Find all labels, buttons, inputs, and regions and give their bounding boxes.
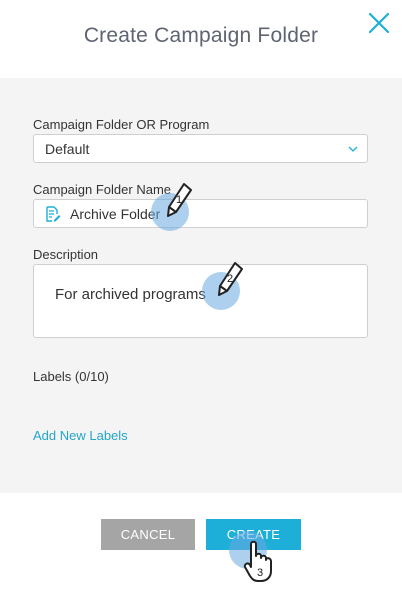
add-new-labels-link[interactable]: Add New Labels (33, 428, 128, 443)
hand-pointer-icon: 3 (243, 540, 272, 582)
folder-or-program-select[interactable]: Default (33, 134, 368, 163)
chevron-down-icon (348, 146, 358, 152)
folder-or-program-label: Campaign Folder OR Program (33, 117, 210, 132)
description-textarea[interactable]: For archived programs (33, 264, 368, 338)
cancel-button[interactable]: CANCEL (101, 519, 195, 550)
description-value: For archived programs (55, 286, 206, 303)
dialog-footer (0, 493, 402, 591)
folder-name-label: Campaign Folder Name (33, 182, 172, 197)
document-edit-icon (46, 206, 61, 222)
folder-or-program-value: Default (45, 141, 90, 157)
pencil-icon: 1 (167, 183, 192, 217)
step-2-number: 2 (227, 273, 233, 285)
step-1-number: 1 (176, 194, 182, 206)
close-icon[interactable] (367, 11, 391, 35)
pencil-icon: 2 (218, 262, 243, 296)
labels-count: Labels (0/10) (33, 369, 109, 384)
description-label: Description (33, 247, 99, 262)
dialog-header: Create Campaign Folder (0, 0, 402, 78)
dialog-title: Create Campaign Folder (83, 24, 319, 47)
folder-name-input[interactable]: Archive Folder (33, 199, 368, 228)
step-3-number: 3 (257, 567, 263, 579)
folder-name-value: Archive Folder (70, 206, 161, 222)
